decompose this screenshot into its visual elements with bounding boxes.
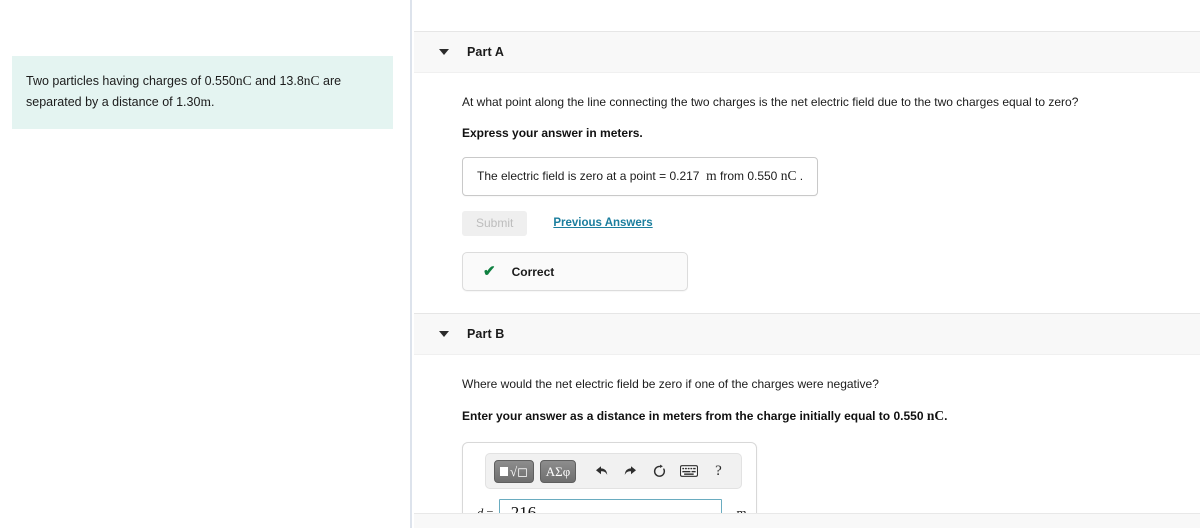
part-a-instruction: Express your answer in meters. — [462, 126, 643, 140]
part-b-section: Part B Where would the net electric fiel… — [414, 313, 1200, 528]
part-a-submit-button[interactable]: Submit — [462, 210, 528, 236]
redo-icon[interactable] — [619, 460, 642, 482]
caret-down-icon[interactable] — [439, 331, 449, 337]
part-a-section: Part A At what point along the line conn… — [414, 31, 1200, 291]
part-a-body: At what point along the line connecting … — [414, 73, 1200, 291]
greek-symbols-button[interactable]: ΑΣφ — [539, 459, 576, 483]
help-label: ? — [715, 462, 722, 479]
help-icon[interactable]: ? — [707, 460, 730, 482]
next-part-header-strip[interactable] — [414, 513, 1200, 528]
template-root-icon: √◻ — [510, 463, 528, 479]
part-b-instruction: Enter your answer as a distance in meter… — [462, 393, 1200, 426]
problem-text-1: Two particles having charges of — [26, 74, 205, 88]
problem-charge-2: 13.8 — [279, 74, 304, 88]
problem-distance: 1.30 — [176, 94, 201, 109]
undo-icon[interactable] — [590, 460, 613, 482]
part-a-feedback-correct: ✔ Correct — [462, 252, 688, 291]
problem-page: Two particles having charges of 0.550nC … — [0, 0, 1200, 528]
part-a-previous-answers-link[interactable]: Previous Answers — [553, 217, 652, 229]
template-icon-button[interactable]: √◻ — [494, 459, 534, 483]
problem-statement-box: Two particles having charges of 0.550nC … — [12, 56, 393, 129]
parts-panel: Part A At what point along the line conn… — [414, 0, 1200, 528]
check-icon: ✔ — [483, 263, 496, 280]
part-b-body: Where would the net electric field be ze… — [414, 355, 1200, 528]
part-a-answer-charge-unit: nC — [780, 168, 797, 183]
problem-period: . — [210, 94, 215, 109]
part-a-feedback-text: Correct — [511, 264, 555, 279]
keyboard-icon[interactable] — [678, 460, 701, 482]
problem-statement-panel: Two particles having charges of 0.550nC … — [0, 0, 412, 528]
part-b-title: Part B — [467, 327, 505, 341]
part-a-answer-from: from 0.550 — [716, 169, 781, 183]
problem-unit-nc-2: nC — [303, 73, 320, 88]
greek-label: ΑΣφ — [545, 463, 571, 479]
part-a-header[interactable]: Part A — [414, 31, 1200, 73]
reset-icon[interactable] — [648, 460, 671, 482]
part-a-answer-value: 0.217 — [669, 169, 700, 183]
part-b-instruction-unit: nC — [926, 408, 945, 423]
part-a-answer-prefix: The electric field is zero at a point = — [477, 169, 670, 183]
part-a-action-row: Submit Previous Answers — [462, 210, 1200, 236]
part-a-answer-display: The electric field is zero at a point = … — [462, 157, 819, 196]
part-b-question: Where would the net electric field be ze… — [462, 377, 879, 391]
problem-charge-1: 0.550 — [204, 74, 236, 88]
problem-text-2: and — [251, 74, 280, 88]
part-b-header[interactable]: Part B — [414, 313, 1200, 355]
template-square-icon — [500, 466, 509, 476]
caret-down-icon[interactable] — [439, 49, 449, 55]
problem-unit-nc-1: nC — [235, 73, 252, 88]
part-b-instruction-text: Enter your answer as a distance in meter… — [462, 409, 927, 423]
part-a-question: At what point along the line connecting … — [462, 95, 1079, 109]
part-b-instruction-period: . — [944, 409, 948, 423]
math-toolbar: √◻ ΑΣφ ? — [485, 453, 742, 490]
problem-unit-m: m — [200, 93, 211, 109]
part-a-title: Part A — [467, 45, 504, 59]
part-a-answer-suffix: . — [796, 169, 804, 183]
part-a-answer-unit: m — [706, 168, 717, 183]
